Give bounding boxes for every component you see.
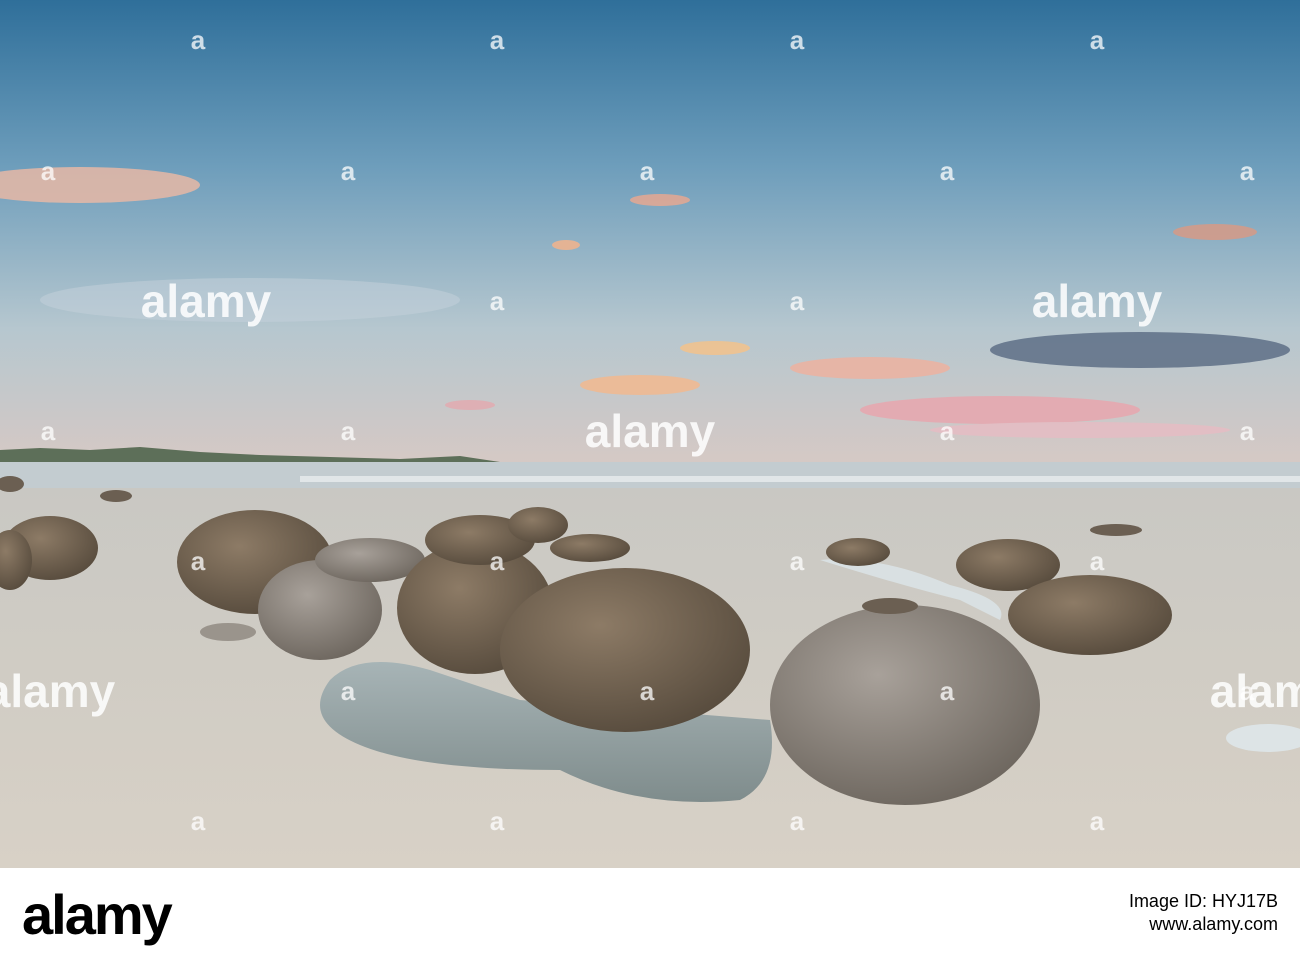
svg-text:alamy: alamy — [141, 275, 272, 327]
svg-text:alamy: alamy — [585, 405, 716, 457]
sky — [0, 0, 1300, 470]
alamy-logo: alamy — [22, 883, 173, 946]
svg-text:a: a — [341, 676, 356, 706]
svg-text:a: a — [1090, 546, 1105, 576]
beach-photo: a a a a a a a a a a a a a a a a a a a a — [0, 0, 1300, 868]
beach-boulders-scene: a a a a a a a a a a a a a a a a a a a a — [0, 0, 1300, 868]
image-info: Image ID: HYJ17B www.alamy.com — [1129, 890, 1278, 937]
svg-text:a: a — [790, 25, 805, 55]
svg-text:a: a — [640, 156, 655, 186]
svg-text:a: a — [191, 546, 206, 576]
site-url: www.alamy.com — [1149, 914, 1278, 935]
svg-text:a: a — [191, 25, 206, 55]
svg-text:a: a — [490, 806, 505, 836]
svg-text:a: a — [490, 286, 505, 316]
svg-text:a: a — [490, 546, 505, 576]
photo-frame: a a a a a a a a a a a a a a a a a a a a — [0, 0, 1300, 957]
image-id: Image ID: HYJ17B — [1128, 891, 1278, 911]
svg-text:a: a — [790, 286, 805, 316]
svg-text:a: a — [1090, 25, 1105, 55]
svg-text:a: a — [41, 156, 56, 186]
svg-text:a: a — [640, 676, 655, 706]
footer-bar: alamy Image ID: HYJ17B www.alamy.com — [0, 868, 1300, 957]
svg-text:alamy: alamy — [1210, 665, 1300, 717]
svg-text:a: a — [1090, 806, 1105, 836]
svg-text:a: a — [940, 416, 955, 446]
svg-text:a: a — [41, 416, 56, 446]
svg-text:alamy: alamy — [1032, 275, 1163, 327]
svg-text:a: a — [341, 416, 356, 446]
svg-text:alamy: alamy — [0, 665, 116, 717]
svg-text:a: a — [1240, 156, 1255, 186]
svg-text:a: a — [1240, 416, 1255, 446]
svg-text:a: a — [191, 806, 206, 836]
svg-text:a: a — [940, 676, 955, 706]
svg-text:a: a — [790, 806, 805, 836]
svg-text:a: a — [490, 25, 505, 55]
svg-text:a: a — [940, 156, 955, 186]
svg-text:a: a — [790, 546, 805, 576]
svg-text:a: a — [341, 156, 356, 186]
